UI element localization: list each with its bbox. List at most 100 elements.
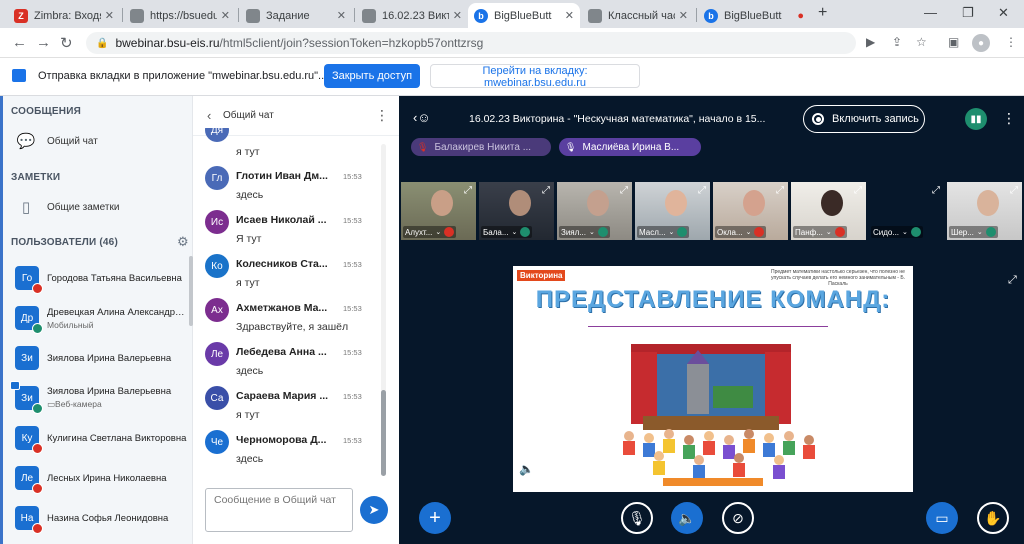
restore-icon[interactable]: ❐ [962,5,974,21]
chevron-down-icon[interactable]: ⌄ [511,228,517,236]
zimbra-icon: Z [14,8,28,23]
toggle-userlist-icon[interactable]: ‹☺ [413,110,431,125]
chat-title: Общий чат [223,110,274,121]
avatar: Зи [15,346,39,370]
user-settings-gear-icon[interactable]: ⚙ [177,234,189,250]
close-icon[interactable]: ✕ [453,9,462,22]
user-item[interactable]: Ку Кулигина Светлана Викторовна [15,422,191,454]
webcam-tile[interactable]: ⤢ Окла... ⌄ [713,182,788,240]
go-to-tab-button[interactable]: Перейти на вкладку: mwebinar.bsu.edu.ru [430,64,640,89]
tab-quiz[interactable]: 16.02.23 Виктор ✕ [356,3,468,28]
start-recording-button[interactable]: Включить запись [803,105,925,133]
new-tab-button[interactable]: + [818,4,827,22]
side-panel-icon[interactable]: ▣ [948,35,959,49]
actions-plus-button[interactable]: + [419,502,451,534]
tab-title: 16.02.23 Виктор [382,9,449,22]
tab-class-hour[interactable]: Классный час ✕ [582,3,694,28]
chat-message-input[interactable] [205,488,353,532]
back-icon[interactable]: ← [12,34,27,51]
connection-status-icon[interactable]: ▮▮ [965,108,987,130]
user-item[interactable]: Др Древецкая Алина Александро... Мобильны… [15,302,191,334]
send-message-button[interactable]: ➤ [360,496,388,524]
close-icon[interactable]: ✕ [679,9,688,22]
tab-bigbluebutton-active[interactable]: b BigBlueButt ✕ [468,3,580,28]
chevron-down-icon[interactable]: ⌄ [589,228,595,236]
chat-message-text: я тут [236,277,260,289]
user-status: Мобильный [47,319,94,330]
url-input[interactable]: 🔒 bwebinar.bsu-eis.ru /html5client/join?… [86,32,856,54]
reload-icon[interactable]: ↻ [60,34,73,52]
presentation-slide[interactable]: Викторина Предмет математики настолько с… [513,266,913,492]
plus-icon: + [429,506,441,529]
webcam-tile[interactable]: ⤢ Шер... ⌄ [947,182,1022,240]
fullscreen-icon[interactable]: ⤢ [698,185,706,196]
screen-share-button[interactable]: ▭ [926,502,958,534]
chevron-down-icon[interactable]: ⌄ [902,228,908,236]
raise-hand-button[interactable]: ✋ [977,502,1009,534]
sidebar-item-shared-notes[interactable]: ▯ Общие заметки [15,198,120,216]
fullscreen-icon[interactable]: ⤢ [464,185,472,196]
mic-on-icon: 🎙 [565,141,577,152]
chevron-down-icon[interactable]: ⌄ [435,228,441,236]
fullscreen-icon[interactable]: ⤢ [620,185,628,196]
user-item[interactable]: Зи Зиялова Ирина Валерьевна [15,342,191,374]
close-icon[interactable]: ✕ [565,9,574,22]
meeting-main-area: ‹☺ 16.02.23 Викторина - "Нескучная матем… [399,96,1024,544]
close-window-icon[interactable]: ✕ [998,5,1009,21]
user-item[interactable]: Ле Лесных Ирина Николаевна [15,462,191,494]
webcam-tile[interactable]: ⤢ Бала... ⌄ [479,182,554,240]
camera-icon[interactable]: ▶ [866,35,875,49]
address-bar: ← → ↻ 🔒 bwebinar.bsu-eis.ru /html5client… [0,28,1024,58]
chevron-down-icon[interactable]: ⌄ [826,228,832,236]
close-icon[interactable]: ✕ [105,9,114,22]
fullscreen-icon[interactable]: ⤢ [776,185,784,196]
audio-button[interactable]: 🔈 [671,502,703,534]
options-menu-icon[interactable]: ⋮ [1002,110,1016,127]
webcam-tile[interactable]: ⤢ Панф... ⌄ [791,182,866,240]
talking-indicator-active[interactable]: 🎙 Маслиёва Ирина В... [559,138,701,156]
recording-dot-icon[interactable]: ● [797,10,804,22]
tab-cast-infobar: Отправка вкладки в приложение "mwebinar.… [0,58,1024,96]
chevron-down-icon[interactable]: ⌄ [669,228,675,236]
chevron-down-icon[interactable]: ⌄ [746,228,752,236]
webcam-tile[interactable]: ⤢ Сидо... ⌄ [869,182,944,240]
webcam-off-button[interactable]: ⊘ [722,502,754,534]
lock-icon[interactable]: 🔒 [96,38,108,49]
talking-indicator-muted[interactable]: 🎙 Балакирев Никита ... [411,138,551,156]
chat-scrollbar[interactable] [381,144,386,476]
tab-task[interactable]: Задание ✕ [240,3,352,28]
user-item[interactable]: Го Городова Татьяна Васильевна [15,262,191,294]
chevron-down-icon[interactable]: ⌄ [977,228,983,236]
chevron-left-icon[interactable]: ‹ [207,108,211,123]
close-icon[interactable]: ✕ [221,9,230,22]
share-icon[interactable]: ⇪ [892,35,902,49]
fullscreen-icon[interactable]: ⤢ [1010,185,1018,196]
chat-icon: 💬 [16,133,36,150]
tab-bsuedu[interactable]: https://bsuedu ✕ [124,3,236,28]
user-item[interactable]: На Назина Софья Леонидовна [15,502,191,534]
fullscreen-icon[interactable]: ⤢ [1008,274,1017,287]
chat-options-icon[interactable]: ⋮ [375,107,389,124]
stop-sharing-button[interactable]: Закрыть доступ [324,64,420,88]
user-item[interactable]: Зи Зиялова Ирина Валерьевна ▭Веб-камера [10,381,191,414]
close-icon[interactable]: ✕ [337,9,346,22]
tab-title: BigBlueButt [724,9,782,22]
webcam-tile[interactable]: ⤢ Зиял... ⌄ [557,182,632,240]
minimize-icon[interactable]: — [924,5,937,20]
tab-zimbra[interactable]: Z Zimbra: Входящ ✕ [8,3,120,28]
webcam-tile[interactable]: ⤢ Алухт... ⌄ [401,182,476,240]
webcam-tile-selected[interactable]: ⤢ Масл... ⌄ [635,182,710,240]
fullscreen-icon[interactable]: ⤢ [854,185,862,196]
browser-menu-icon[interactable]: ⋮ [1005,35,1017,49]
bookmark-star-icon[interactable]: ☆ [916,35,927,49]
profile-avatar[interactable]: ● [972,34,990,52]
fullscreen-icon[interactable]: ⤢ [542,185,550,196]
mute-mic-button[interactable]: 🎙 [621,502,653,534]
forward-icon[interactable]: → [36,34,51,51]
fullscreen-icon[interactable]: ⤢ [932,185,940,196]
infobar-message: Отправка вкладки в приложение "mwebinar.… [38,70,328,82]
user-name: Кулигина Светлана Викторовна [47,432,187,444]
tab-bigbluebutton-2[interactable]: b BigBlueButt ● [698,3,810,28]
sidebar-item-public-chat[interactable]: 💬 Общий чат [15,132,98,150]
speaker-icon[interactable]: 🔈 [519,462,534,476]
